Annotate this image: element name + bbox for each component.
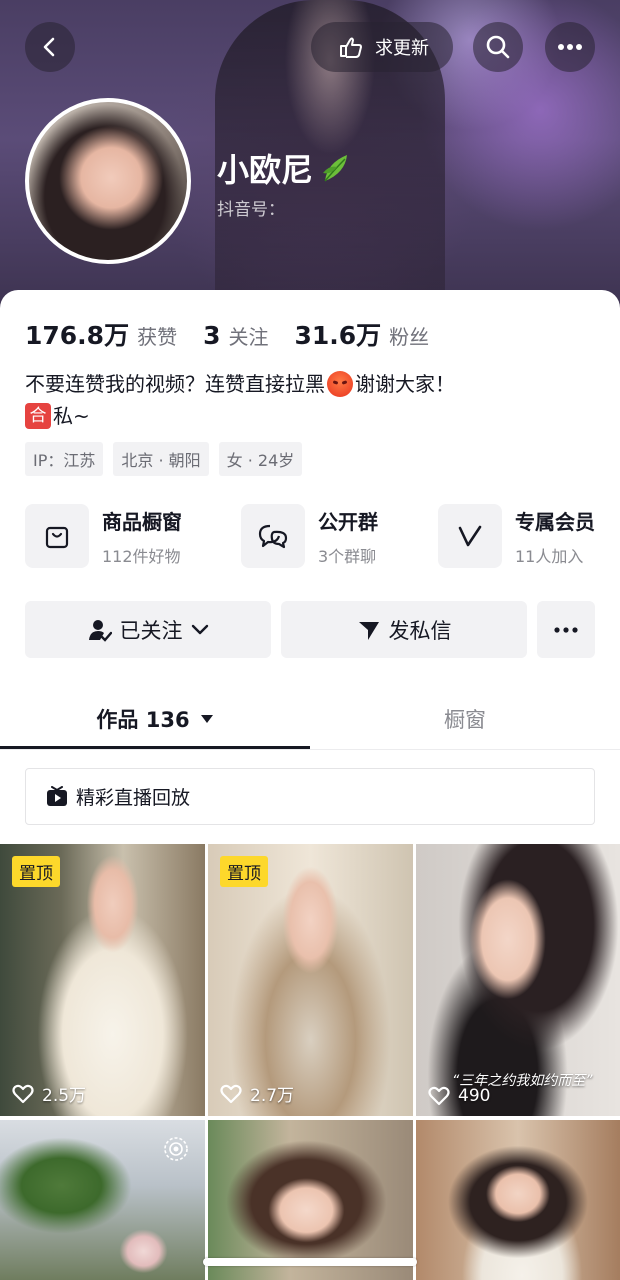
send-message-label: 发私信 bbox=[388, 618, 452, 643]
more-actions-button[interactable] bbox=[537, 601, 595, 658]
bio-line-1: 不要连赞我的视频？连赞直接拉黑 谢谢大家！ bbox=[25, 368, 595, 400]
tag-location: 北京 · 朝阳 bbox=[113, 442, 209, 476]
feature-showcase-title: 商品橱窗 bbox=[102, 509, 182, 534]
chevron-down-icon bbox=[191, 624, 208, 634]
feature-showcase[interactable]: 商品橱窗 112件好物 bbox=[25, 504, 182, 568]
video-thumbnail[interactable] bbox=[0, 1120, 205, 1280]
douyin-id[interactable]: 抖音号： bbox=[217, 195, 285, 220]
pointing-hand-icon bbox=[340, 37, 362, 58]
tab-divider bbox=[0, 749, 620, 750]
followed-label: 已关注 bbox=[119, 618, 183, 643]
chevron-left-icon bbox=[43, 37, 55, 57]
heart-icon bbox=[428, 1086, 450, 1106]
feature-showcase-icon-box bbox=[25, 504, 89, 568]
search-button[interactable] bbox=[473, 22, 523, 72]
live-tv-icon bbox=[47, 785, 67, 806]
video-likes-count: 2.7万 bbox=[250, 1086, 295, 1106]
stat-following-label: 关注 bbox=[228, 325, 269, 349]
live-replay-label: 精彩直播回放 bbox=[76, 787, 191, 809]
video-likes: 490 bbox=[428, 1086, 490, 1106]
member-v-icon bbox=[458, 525, 482, 547]
stat-following-value: 3 bbox=[203, 321, 221, 350]
angry-emoji-icon bbox=[327, 371, 353, 397]
stat-likes[interactable]: 176.8万 获赞 bbox=[25, 316, 177, 352]
feature-group-text: 公开群 3个群聊 bbox=[318, 506, 378, 567]
pinned-badge: 置顶 bbox=[12, 856, 60, 887]
video-thumbnail-image bbox=[416, 1120, 620, 1280]
bio: 不要连赞我的视频？连赞直接拉黑 谢谢大家！ 合 私~ bbox=[25, 368, 595, 432]
user-check-icon bbox=[88, 619, 112, 642]
followed-button[interactable]: 已关注 bbox=[25, 601, 271, 658]
heart-icon bbox=[12, 1084, 34, 1103]
nickname: 小欧尼 bbox=[217, 145, 353, 191]
more-dots-icon bbox=[554, 626, 578, 633]
video-thumbnail[interactable] bbox=[416, 1120, 620, 1280]
pinned-badge: 置顶 bbox=[220, 856, 268, 887]
nickname-text: 小欧尼 bbox=[217, 151, 314, 189]
feature-group-icon-box bbox=[241, 504, 305, 568]
live-replay-entry[interactable]: 精彩直播回放 bbox=[25, 768, 595, 825]
tab-works[interactable]: 作品 136 bbox=[0, 692, 310, 746]
stat-likes-value: 176.8万 bbox=[25, 321, 130, 350]
caret-down-icon bbox=[200, 715, 213, 723]
feature-group-title: 公开群 bbox=[318, 509, 378, 534]
he-badge-icon: 合 bbox=[25, 403, 51, 429]
content-tabs: 作品 136 橱窗 bbox=[0, 692, 620, 750]
feature-member-icon-box bbox=[438, 504, 502, 568]
video-thumbnail[interactable]: 置顶 2.5万 bbox=[0, 844, 205, 1116]
stat-followers[interactable]: 31.6万 粉丝 bbox=[294, 316, 429, 352]
feature-member-sub: 11人加入 bbox=[515, 546, 584, 566]
video-likes: 2.7万 bbox=[220, 1081, 294, 1106]
bio-text-2: 谢谢大家！ bbox=[355, 372, 455, 396]
chat-bubbles-icon bbox=[258, 524, 288, 549]
stat-following[interactable]: 3 关注 bbox=[203, 321, 268, 350]
video-grid: 置顶 2.5万 置顶 2.7万 “三年之约我如约而至” 490 bbox=[0, 844, 620, 1280]
feature-member-title: 专属会员 bbox=[515, 509, 595, 534]
search-icon bbox=[486, 35, 510, 59]
profile-sheet: 176.8万 获赞 3 关注 31.6万 粉丝 不要连赞我的视频？连赞直接拉黑 … bbox=[0, 290, 620, 1280]
live-broadcast-icon bbox=[164, 1137, 188, 1161]
bio-text-1: 不要连赞我的视频？连赞直接拉黑 bbox=[25, 372, 325, 396]
home-indicator[interactable] bbox=[203, 1258, 417, 1266]
more-dots-icon bbox=[558, 44, 582, 50]
paper-plane-icon bbox=[358, 621, 379, 640]
more-options-button[interactable] bbox=[545, 22, 595, 72]
leaf-icon bbox=[323, 155, 348, 182]
video-thumbnail[interactable]: 置顶 2.7万 bbox=[208, 844, 413, 1116]
video-thumbnail[interactable] bbox=[208, 1120, 413, 1280]
tab-works-label: 作品 136 bbox=[96, 708, 190, 732]
bio-text-3: 私~ bbox=[53, 404, 90, 428]
stat-likes-label: 获赞 bbox=[137, 325, 178, 349]
stat-followers-label: 粉丝 bbox=[389, 325, 430, 349]
video-thumbnail-image bbox=[208, 1120, 413, 1280]
action-buttons: 已关注 发私信 bbox=[25, 601, 595, 658]
tab-showcase[interactable]: 橱窗 bbox=[310, 692, 620, 746]
profile-tags: IP：江苏 北京 · 朝阳 女 · 24岁 bbox=[25, 442, 303, 476]
feature-showcase-sub: 112件好物 bbox=[102, 546, 181, 566]
tag-ip: IP：江苏 bbox=[25, 442, 104, 476]
request-update-label: 求更新 bbox=[375, 38, 429, 59]
bio-line-2: 合 私~ bbox=[25, 400, 595, 432]
video-likes-count: 2.5万 bbox=[42, 1086, 87, 1106]
feature-member-text: 专属会员 11人加入 bbox=[515, 506, 595, 567]
video-likes-count: 490 bbox=[458, 1086, 491, 1106]
video-likes: 2.5万 bbox=[12, 1081, 86, 1106]
profile-stats: 176.8万 获赞 3 关注 31.6万 粉丝 bbox=[25, 316, 455, 352]
request-update-button[interactable]: 求更新 bbox=[311, 22, 453, 72]
feature-public-group[interactable]: 公开群 3个群聊 bbox=[241, 504, 378, 568]
back-button[interactable] bbox=[25, 22, 75, 72]
tag-gender-age: 女 · 24岁 bbox=[218, 442, 303, 476]
shopping-bag-icon bbox=[45, 526, 69, 549]
feature-entries: 商品橱窗 112件好物 公开群 3个群聊 专属会员 11人加入 bbox=[25, 504, 605, 570]
feature-showcase-text: 商品橱窗 112件好物 bbox=[102, 506, 182, 567]
heart-icon bbox=[220, 1084, 242, 1103]
feature-membership[interactable]: 专属会员 11人加入 bbox=[438, 504, 595, 568]
stat-followers-value: 31.6万 bbox=[294, 321, 382, 350]
send-message-button[interactable]: 发私信 bbox=[281, 601, 527, 658]
video-thumbnail[interactable]: “三年之约我如约而至” 490 bbox=[416, 844, 620, 1116]
feature-group-sub: 3个群聊 bbox=[318, 546, 377, 566]
avatar[interactable] bbox=[25, 98, 191, 264]
tab-showcase-label: 橱窗 bbox=[444, 708, 486, 732]
